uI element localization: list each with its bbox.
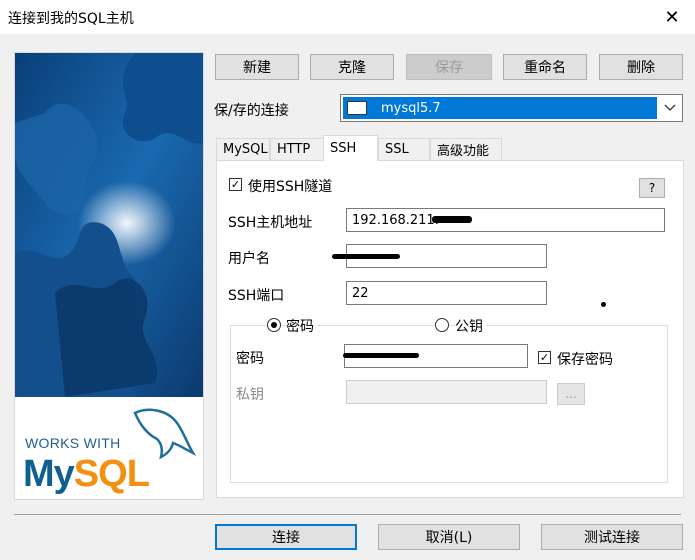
save-password-checkbox[interactable]: ✓ (538, 351, 551, 364)
selected-connection-label: mysql5.7 (381, 100, 441, 116)
footer-separator (14, 514, 681, 515)
mysql-wordmark-my: My (23, 453, 75, 495)
redaction-mark (432, 216, 472, 223)
ssh-port-label: SSH端口 (228, 288, 285, 304)
selected-connection: mysql5.7 (343, 97, 657, 119)
save-password-label: 保存密码 (557, 352, 613, 368)
redaction-mark (343, 353, 419, 358)
test-connection-button[interactable]: 测试连接 (541, 524, 683, 550)
password-label: 密码 (236, 351, 264, 367)
cancel-button[interactable]: 取消(L) (378, 524, 520, 550)
auth-password-radio[interactable] (267, 318, 281, 332)
title-bar: 连接到我的SQL主机 ✕ (0, 0, 695, 34)
connection-color-swatch (347, 101, 367, 115)
private-key-input[interactable] (346, 380, 547, 404)
radio-selected-dot (271, 322, 277, 328)
tab-ssh[interactable]: SSH (323, 135, 378, 161)
save-button[interactable]: 保存 (406, 54, 492, 80)
clone-button[interactable]: 克隆 (310, 54, 394, 80)
ssh-port-value: 22 (352, 285, 369, 301)
window-title: 连接到我的SQL主机 (8, 11, 134, 27)
mysql-logo: WORKS WITH MySQL (15, 397, 203, 499)
browse-button[interactable]: ... (557, 383, 585, 405)
tab-ssl[interactable]: SSL (378, 138, 430, 160)
auth-pubkey-radio[interactable] (435, 318, 449, 332)
auth-password-label: 密码 (286, 316, 318, 336)
ssh-host-label: SSH主机地址 (228, 215, 313, 231)
private-key-label: 私钥 (236, 387, 264, 403)
stray-dot (601, 302, 606, 307)
delete-button[interactable]: 删除 (599, 54, 683, 80)
rename-button[interactable]: 重命名 (503, 54, 587, 80)
ssh-host-value: 192.168.211. (352, 212, 439, 228)
works-with-text: WORKS WITH (25, 435, 121, 451)
new-button[interactable]: 新建 (215, 54, 299, 80)
connect-button[interactable]: 连接 (215, 524, 357, 550)
brand-image: WORKS WITH MySQL (14, 52, 204, 500)
use-ssh-tunnel-label: 使用SSH隧道 (248, 179, 333, 195)
use-ssh-tunnel-checkbox[interactable]: ✓ (229, 178, 242, 191)
username-label: 用户名 (228, 251, 270, 267)
ssh-port-input[interactable]: 22 (346, 281, 547, 305)
mysql-wordmark-sql: SQL (73, 453, 150, 495)
redaction-mark (332, 254, 400, 259)
saved-connections-label: 保/存的连接 (214, 103, 289, 119)
close-icon: ✕ (664, 6, 680, 28)
ssh-host-input[interactable]: 192.168.211. (346, 208, 665, 232)
tab-advanced[interactable]: 高级功能 (430, 138, 502, 160)
tab-mysql[interactable]: MySQL (216, 138, 270, 160)
chevron-down-icon[interactable] (658, 95, 682, 121)
puzzle-illustration (15, 53, 203, 397)
close-button[interactable]: ✕ (649, 0, 695, 34)
auth-pubkey-label: 公钥 (455, 316, 487, 336)
saved-connections-select[interactable]: mysql5.7 (340, 94, 683, 122)
help-button[interactable]: ? (639, 178, 665, 198)
tab-http[interactable]: HTTP (270, 138, 324, 160)
mysql-wordmark: MySQL (23, 453, 150, 496)
